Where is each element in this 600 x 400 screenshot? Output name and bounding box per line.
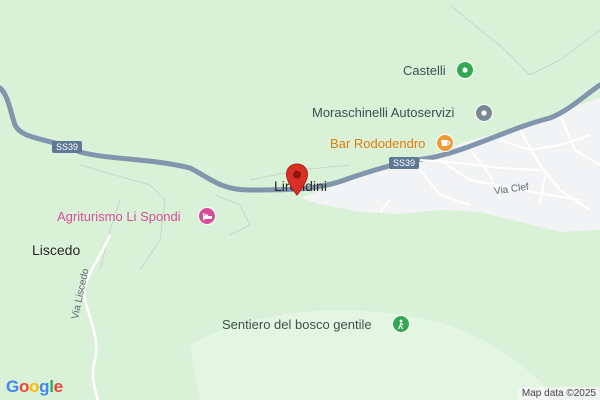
- road-shield-ss39: SS39: [52, 141, 83, 153]
- pin-icon[interactable]: [456, 61, 474, 79]
- poi-label-moraschinelli[interactable]: Moraschinelli Autoservizi: [312, 105, 454, 120]
- logo-letter: g: [39, 377, 50, 396]
- logo-letter: o: [29, 377, 40, 396]
- map-canvas[interactable]: SS39 SS39 Via Clef Via Liscedo Liscedo L…: [0, 0, 600, 400]
- road-shield-ss39: SS39: [389, 157, 420, 169]
- location-marker-icon[interactable]: [285, 163, 309, 197]
- hiker-icon[interactable]: [392, 315, 410, 333]
- road-via-liscedo: [82, 234, 112, 400]
- poi-label-castelli[interactable]: Castelli: [403, 63, 446, 78]
- map-base-layer: [0, 4, 600, 400]
- poi-label-bar-rododendro[interactable]: Bar Rododendro: [330, 136, 425, 151]
- google-logo: Google: [6, 377, 63, 397]
- logo-letter: G: [6, 377, 19, 396]
- poi-label-agriturismo[interactable]: Agriturismo Li Spondi: [57, 209, 181, 224]
- bed-icon[interactable]: [198, 207, 216, 225]
- logo-letter: e: [53, 377, 63, 396]
- coffee-cup-icon[interactable]: [436, 134, 454, 152]
- logo-letter: o: [18, 377, 30, 396]
- map-attribution[interactable]: Map data ©2025: [517, 387, 600, 400]
- place-label-liscedo[interactable]: Liscedo: [32, 242, 80, 258]
- pin-icon[interactable]: [475, 104, 493, 122]
- poi-label-sentiero[interactable]: Sentiero del bosco gentile: [222, 317, 372, 332]
